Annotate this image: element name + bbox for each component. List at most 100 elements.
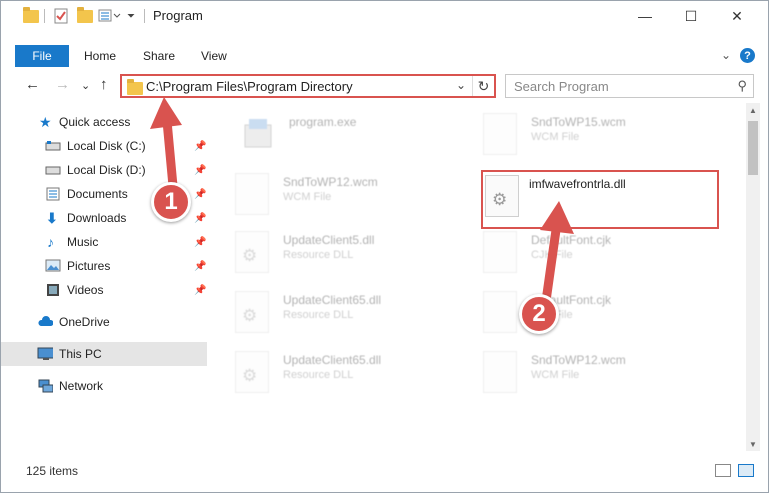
sidebar-item-quick-access[interactable]: ★ Quick access — [1, 110, 207, 134]
dll-gear-icon — [235, 351, 269, 393]
close-button[interactable]: ✕ — [714, 1, 760, 31]
sidebar-item-music[interactable]: ♪ Music 📌 — [1, 230, 207, 254]
search-icon[interactable]: ⚲ — [737, 78, 747, 94]
star-icon: ★ — [39, 114, 52, 130]
large-icons-view-icon[interactable] — [738, 464, 754, 477]
recent-locations-button[interactable]: ⌄ — [81, 79, 90, 92]
file-type: Resource DLL — [283, 369, 354, 381]
video-icon — [47, 284, 59, 296]
drive-icon — [45, 141, 61, 151]
address-folder-icon — [127, 79, 143, 95]
pin-icon[interactable]: 📌 — [194, 141, 206, 152]
file-item[interactable]: program.exe — [241, 113, 481, 165]
file-name: program.exe — [289, 115, 357, 129]
vertical-scrollbar[interactable]: ▲ ▼ — [746, 103, 760, 451]
properties-icon[interactable] — [53, 8, 69, 24]
file-item[interactable]: SndToWP12.wcm WCM File — [483, 351, 723, 403]
tab-share[interactable]: Share — [143, 49, 175, 63]
file-icon — [483, 351, 517, 393]
ribbon-collapse-icon[interactable]: ⌄ — [721, 48, 731, 62]
pin-icon[interactable]: 📌 — [194, 285, 206, 296]
cloud-icon — [38, 316, 53, 326]
dll-gear-icon — [235, 291, 269, 333]
documents-icon — [46, 187, 60, 201]
pin-icon[interactable]: 📌 — [194, 165, 206, 176]
step-badge-2: 2 — [519, 294, 559, 334]
sidebar-item-onedrive[interactable]: OneDrive — [1, 310, 207, 334]
file-highlight-box — [481, 170, 719, 229]
step-badge-1: 1 — [151, 182, 191, 222]
sidebar-item-this-pc[interactable]: This PC — [1, 342, 207, 366]
scroll-up-icon[interactable]: ▲ — [746, 103, 760, 117]
file-list: program.exe SndToWP15.wcm WCM File SndTo… — [211, 103, 745, 451]
pin-icon[interactable]: 📌 — [194, 237, 206, 248]
file-name: UpdateClient65.dll — [283, 353, 382, 367]
sidebar-item-label: Local Disk (C:) — [67, 139, 146, 153]
tab-view[interactable]: View — [201, 49, 227, 63]
refresh-button[interactable]: ↻ — [472, 76, 494, 96]
file-item[interactable]: UpdateClient65.dll Resource DLL — [235, 351, 475, 403]
customize-toolbar-icon[interactable] — [98, 8, 124, 24]
file-item[interactable]: SndToWP12.wcm WCM File — [235, 173, 475, 225]
address-path[interactable]: C:\Program Files\Program Directory — [146, 79, 353, 94]
new-folder-icon[interactable] — [77, 6, 93, 24]
address-dropdown-icon[interactable]: ⌄ — [456, 78, 466, 92]
scroll-thumb[interactable] — [748, 121, 758, 175]
pin-icon[interactable]: 📌 — [194, 213, 206, 224]
scroll-down-icon[interactable]: ▼ — [746, 437, 760, 451]
file-icon — [235, 173, 269, 215]
sidebar-item-label: Quick access — [59, 115, 131, 129]
help-icon[interactable]: ? — [740, 48, 755, 63]
sidebar-item-label: Network — [59, 379, 104, 393]
file-type: WCM File — [531, 131, 580, 143]
ribbon-tabs: File Home Share View ⌄ ? — [1, 45, 768, 67]
explorer-window: ⏷ Program — ☐ ✕ File Home Share View ⌄ ?… — [0, 0, 769, 493]
sidebar-item-local-disk-d[interactable]: Local Disk (D:) 📌 — [1, 158, 207, 182]
title-bar: ⏷ Program — ☐ ✕ — [1, 1, 768, 31]
navigation-pane: ★ Quick access Local Disk (C:) 📌 Local D… — [1, 106, 209, 451]
details-view-icon[interactable] — [715, 464, 731, 477]
pin-icon[interactable]: 📌 — [194, 189, 206, 200]
item-count: 125 items — [26, 464, 79, 478]
qa-dropdown-icon[interactable]: ⏷ — [127, 8, 135, 24]
sidebar-item-local-disk-c[interactable]: Local Disk (C:) 📌 — [1, 134, 207, 158]
download-icon: ⬇ — [46, 210, 58, 226]
network-icon — [38, 379, 53, 393]
dll-gear-icon — [235, 231, 269, 273]
up-button[interactable]: ↑ — [100, 76, 108, 93]
file-item[interactable]: UpdateClient65.dll Resource DLL — [235, 291, 475, 343]
minimize-button[interactable]: — — [622, 1, 668, 31]
file-icon — [483, 113, 517, 155]
forward-button[interactable]: → — [55, 76, 70, 93]
file-icon — [483, 291, 517, 333]
file-name: SndToWP12.wcm — [283, 175, 378, 189]
folder-icon — [23, 6, 39, 24]
back-button[interactable]: ← — [25, 76, 40, 93]
window-title: Program — [153, 8, 203, 23]
file-item[interactable]: DefaultFont.cjk CJK File — [483, 231, 723, 283]
file-name: UpdateClient65.dll — [283, 293, 382, 307]
exe-icon — [244, 119, 272, 148]
tab-home[interactable]: Home — [84, 49, 116, 63]
sidebar-item-label: Pictures — [67, 259, 111, 273]
file-icon — [483, 231, 517, 273]
file-type: CJK File — [531, 249, 573, 261]
file-item[interactable]: SndToWP15.wcm WCM File — [483, 113, 723, 165]
maximize-button[interactable]: ☐ — [668, 1, 714, 31]
file-item[interactable]: UpdateClient5.dll Resource DLL — [235, 231, 475, 283]
tab-file[interactable]: File — [15, 45, 69, 67]
sidebar-item-videos[interactable]: Videos 📌 — [1, 278, 207, 302]
search-input[interactable]: Search Program ⚲ — [505, 74, 754, 98]
pin-icon[interactable]: 📌 — [194, 261, 206, 272]
file-name: DefaultFont.cjk — [531, 233, 612, 247]
address-bar[interactable]: C:\Program Files\Program Directory ⌄ ↻ — [120, 74, 496, 98]
sidebar-item-network[interactable]: Network — [1, 374, 207, 398]
sidebar-item-label: OneDrive — [59, 315, 110, 329]
pictures-icon — [45, 259, 61, 272]
title-separator — [144, 8, 145, 24]
sidebar-item-pictures[interactable]: Pictures 📌 — [1, 254, 207, 278]
sidebar-item-label: Downloads — [67, 211, 127, 225]
qa-separator — [44, 8, 45, 24]
search-placeholder: Search Program — [514, 79, 609, 94]
file-type: Resource DLL — [283, 249, 354, 261]
